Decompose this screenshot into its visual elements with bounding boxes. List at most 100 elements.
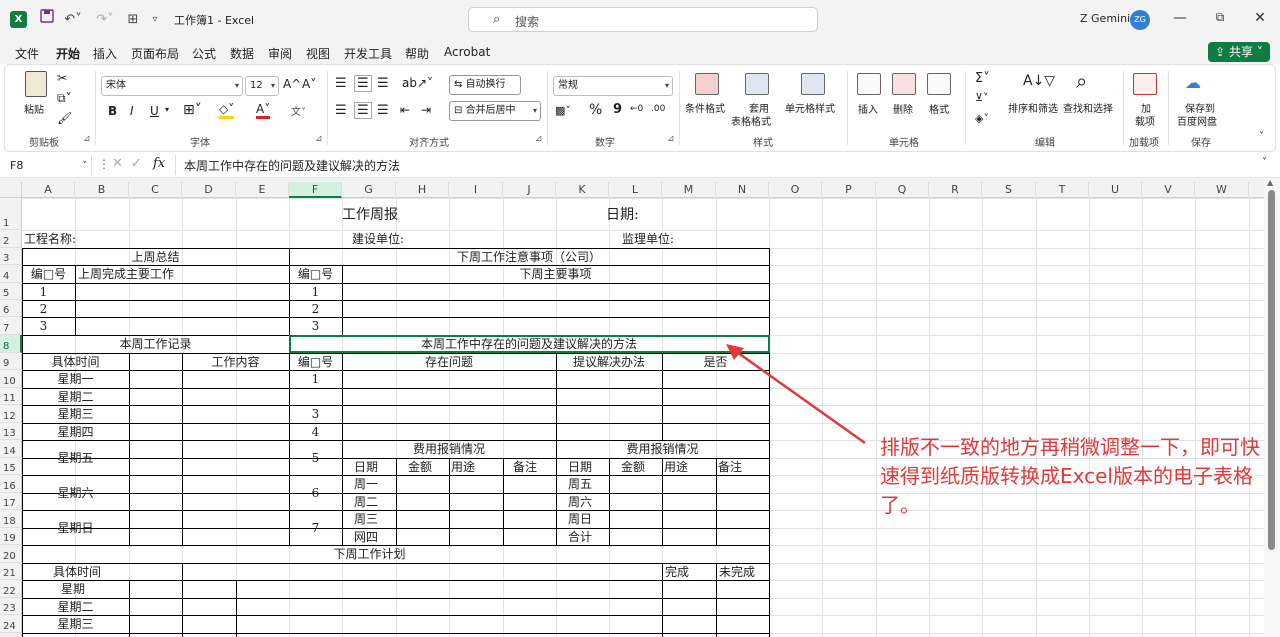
decrease-decimal-icon[interactable]: .00 xyxy=(651,104,665,114)
row-header-13[interactable]: 13 xyxy=(0,423,22,440)
column-header-N[interactable]: N xyxy=(716,182,769,198)
delete-button[interactable]: 删除 xyxy=(893,101,913,116)
column-header-M[interactable]: M xyxy=(662,182,716,198)
row-header-4[interactable]: 4 xyxy=(0,265,22,283)
column-header-W[interactable]: W xyxy=(1195,182,1249,198)
font-color-icon[interactable]: A˅ xyxy=(256,102,271,119)
avatar[interactable]: ZG xyxy=(1130,10,1150,30)
column-header-R[interactable]: R xyxy=(929,182,982,198)
cut-icon[interactable]: ✂ xyxy=(57,71,67,85)
redo-icon[interactable]: ↷˅ xyxy=(92,9,118,31)
row-header-3[interactable]: 3 xyxy=(0,248,22,265)
conditional-format-button[interactable]: 条件格式 xyxy=(685,100,725,115)
spreadsheet-grid[interactable]: ABCDEFGHIJKLMNOPQRSTUVW 1 2 3 4 5 6 7 8 9 10 11 12 1… xyxy=(0,178,1280,637)
baidu-cloud-icon[interactable]: ☁ xyxy=(1185,73,1201,92)
addins-icon[interactable] xyxy=(1133,73,1157,95)
row-header-21[interactable]: 21 xyxy=(0,563,22,580)
tab-developer[interactable]: 开发工具 xyxy=(344,45,392,62)
row-header-15[interactable]: 15 xyxy=(0,458,22,475)
column-header-P[interactable]: P xyxy=(822,182,876,198)
row-header-8[interactable]: 8 xyxy=(0,335,22,353)
column-header-K[interactable]: K xyxy=(556,182,609,198)
row-header-18[interactable]: 18 xyxy=(0,510,22,528)
close-icon[interactable]: ✕ xyxy=(1245,10,1275,26)
row-header-10[interactable]: 10 xyxy=(0,370,22,388)
align-left-icon[interactable]: ☰ xyxy=(335,103,347,118)
number-format-select[interactable]: 常规 ▾ xyxy=(553,76,673,96)
tab-data[interactable]: 数据 xyxy=(230,45,254,62)
row-header-1[interactable]: 1 xyxy=(0,198,22,230)
row-header-14[interactable]: 14 xyxy=(0,440,22,458)
row-header-16[interactable]: 16 xyxy=(0,475,22,493)
form-icon[interactable]: ⊞ xyxy=(124,9,142,31)
currency-icon[interactable]: ▩˅ xyxy=(555,104,571,117)
column-header-B[interactable]: B xyxy=(75,182,129,198)
row-header-9[interactable]: 9 xyxy=(0,353,22,370)
addins-label-2[interactable]: 载项 xyxy=(1135,113,1155,128)
enter-icon[interactable]: ✓ xyxy=(131,156,142,171)
row-header-17[interactable]: 17 xyxy=(0,493,22,510)
table-format-label-2[interactable]: 表格格式 xyxy=(731,113,771,128)
fill-icon[interactable]: ⊻˅ xyxy=(975,91,989,104)
tab-help[interactable]: 帮助 xyxy=(405,45,429,62)
find-select-button[interactable]: 查找和选择 xyxy=(1063,100,1113,115)
conditional-format-icon[interactable] xyxy=(695,73,719,95)
format-painter-icon[interactable]: 🖌 xyxy=(57,111,72,125)
shrink-font-button[interactable]: A˅ xyxy=(302,77,316,91)
tab-view[interactable]: 视图 xyxy=(306,45,330,62)
underline-button[interactable]: U xyxy=(150,104,159,118)
save-icon[interactable] xyxy=(38,9,56,31)
column-header-E[interactable]: E xyxy=(236,182,289,198)
dialog-launcher-icon[interactable]: ⊿ xyxy=(83,134,91,144)
clear-icon[interactable]: ◈˅ xyxy=(975,112,989,125)
column-header-Q[interactable]: Q xyxy=(876,182,929,198)
select-all-button[interactable] xyxy=(0,182,22,198)
row-header-24[interactable]: 24 xyxy=(0,615,22,633)
column-header-V[interactable]: V xyxy=(1142,182,1195,198)
vertical-scrollbar[interactable]: ▲ xyxy=(1264,178,1280,637)
customize-qat-icon[interactable]: ▿ xyxy=(148,9,162,31)
bold-button[interactable]: B xyxy=(108,104,117,118)
insert-function-icon[interactable]: fx xyxy=(153,156,165,171)
comma-button[interactable]: 9 xyxy=(613,102,622,117)
formula-input[interactable]: 本周工作中存在的问题及建议解决的方法 xyxy=(184,157,400,174)
row-header-7[interactable]: 7 xyxy=(0,317,22,335)
row-header-2[interactable]: 2 xyxy=(0,230,22,248)
tab-file[interactable]: 文件 xyxy=(15,45,39,62)
column-header-O[interactable]: O xyxy=(769,182,822,198)
paste-icon[interactable] xyxy=(25,71,47,97)
insert-cells-icon[interactable] xyxy=(857,73,881,95)
undo-icon[interactable]: ↶˅ xyxy=(60,9,86,31)
save-baidu-label-2[interactable]: 百度网盘 xyxy=(1177,113,1217,128)
sort-filter-icon[interactable]: A↓▽ xyxy=(1023,73,1055,89)
active-cell-selection[interactable] xyxy=(289,335,770,353)
find-icon[interactable]: ⌕ xyxy=(1076,69,1087,93)
column-header-G[interactable]: G xyxy=(342,182,396,198)
tab-review[interactable]: 审阅 xyxy=(268,45,292,62)
fill-color-icon[interactable]: ◇˅ xyxy=(219,102,235,119)
chevron-down-icon[interactable]: ▾ xyxy=(165,105,169,114)
align-bottom-icon[interactable]: ☰ xyxy=(377,76,389,91)
insert-button[interactable]: 插入 xyxy=(858,101,878,116)
decrease-indent-icon[interactable]: ⇤ xyxy=(400,103,410,117)
dialog-launcher-icon[interactable]: ⊿ xyxy=(667,134,675,144)
row-header-12[interactable]: 12 xyxy=(0,405,22,423)
percent-button[interactable]: % xyxy=(589,102,602,118)
restore-icon[interactable]: ⧉ xyxy=(1205,10,1235,25)
dialog-launcher-icon[interactable]: ⊿ xyxy=(315,134,323,144)
paste-button[interactable]: 粘贴 xyxy=(24,101,44,116)
column-header-A[interactable]: A xyxy=(22,182,75,198)
cancel-icon[interactable]: ✕ xyxy=(112,156,123,171)
merge-center-button[interactable]: ⊟ 合并后居中 ▾ xyxy=(449,101,541,121)
tab-insert[interactable]: 插入 xyxy=(93,45,117,62)
minimize-icon[interactable]: — xyxy=(1165,10,1195,26)
tab-home[interactable]: 开始 xyxy=(56,45,81,67)
increase-decimal-icon[interactable]: ←0 xyxy=(630,104,643,114)
cell-style-button[interactable]: 单元格样式 xyxy=(785,100,835,115)
row-header-6[interactable]: 6 xyxy=(0,300,22,317)
scrollbar-thumb[interactable] xyxy=(1268,190,1275,550)
row-header-11[interactable]: 11 xyxy=(0,388,22,405)
align-middle-icon[interactable]: ☰ xyxy=(354,75,372,92)
column-header-U[interactable]: U xyxy=(1089,182,1142,198)
column-header-D[interactable]: D xyxy=(182,182,236,198)
